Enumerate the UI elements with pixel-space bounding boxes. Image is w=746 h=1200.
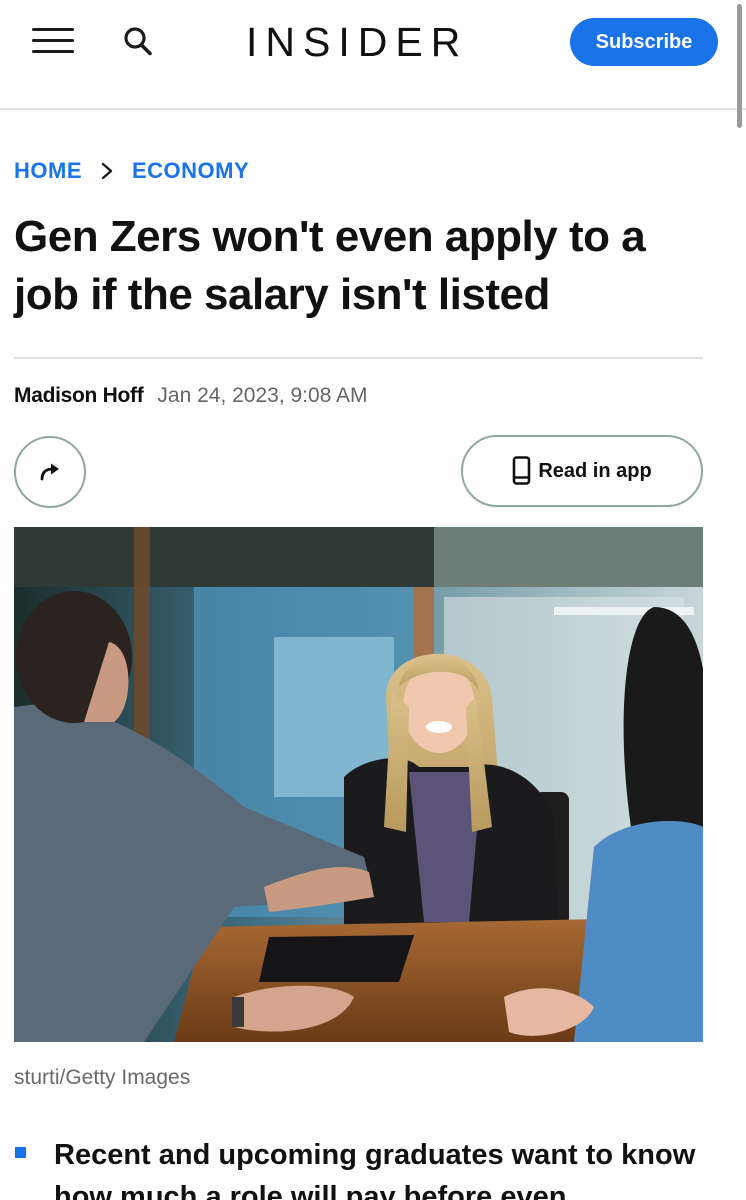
breadcrumb-home-link[interactable]: HOME (14, 158, 82, 184)
author-name[interactable]: Madison Hoff (14, 384, 144, 408)
search-icon[interactable] (120, 22, 158, 60)
article-page: INSIDER Subscribe HOME ECONOMY Gen Zers … (0, 0, 746, 1200)
scrollbar-thumb[interactable] (737, 4, 742, 128)
chevron-right-icon (101, 162, 113, 180)
phone-icon (513, 456, 531, 485)
hamburger-menu-icon[interactable] (32, 26, 76, 56)
publish-date: Jan 24, 2023, 9:08 AM (157, 384, 368, 407)
breadcrumb-economy-link[interactable]: ECONOMY (132, 158, 249, 184)
photo-caption: sturti/Getty Images (14, 1066, 191, 1089)
share-button[interactable] (14, 436, 86, 508)
article-headline: Gen Zers won't even apply to a job if th… (14, 212, 646, 319)
key-point-item: Recent and upcoming graduates want to kn… (54, 1139, 696, 1200)
site-header: INSIDER Subscribe (0, 0, 746, 128)
bullet-marker (15, 1147, 26, 1158)
byline: Madison Hoff Jan 24, 2023, 9:08 AM (14, 384, 368, 414)
breadcrumb: HOME ECONOMY (14, 156, 249, 186)
read-in-app-button[interactable]: Read in app (461, 435, 703, 507)
share-arrow-icon (40, 463, 59, 481)
subscribe-button[interactable]: Subscribe (570, 18, 718, 66)
headline-divider (14, 357, 703, 359)
read-in-app-label: Read in app (538, 459, 652, 482)
site-logo[interactable]: INSIDER (246, 16, 468, 68)
hero-photo (14, 527, 703, 1042)
